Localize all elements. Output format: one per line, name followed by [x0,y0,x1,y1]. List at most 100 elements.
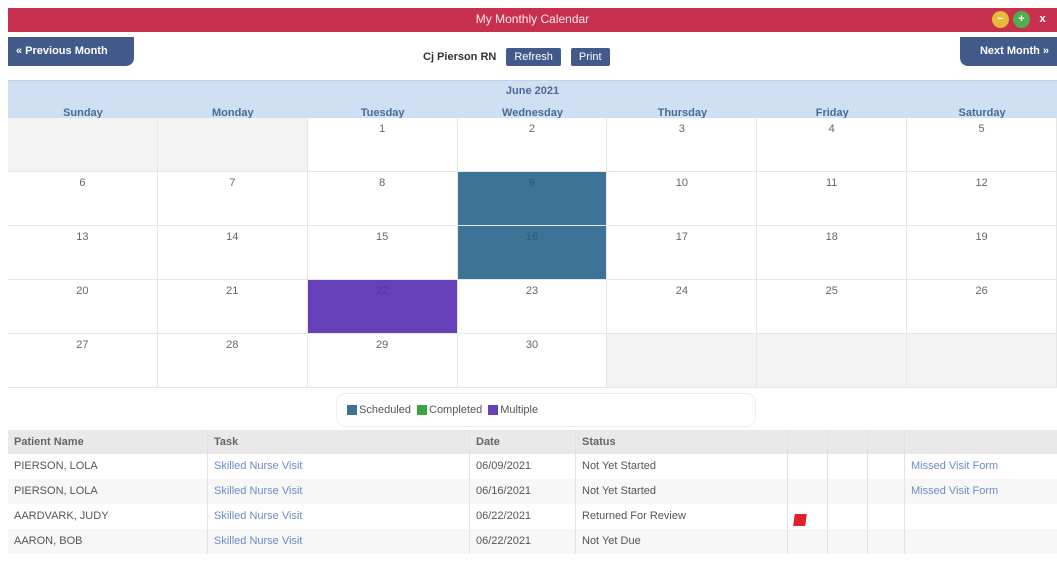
day-cell-5[interactable]: 5 [907,118,1057,172]
status-cell: Not Yet Due [576,529,788,554]
title-bar: My Monthly Calendar − + x [8,8,1057,32]
empty-cell [828,504,868,529]
status-cell: Not Yet Started [576,479,788,504]
column-header[interactable]: Patient Name [8,430,208,454]
toolbar: « Previous Month Cj Pierson RN Refresh P… [8,32,1057,80]
day-cell-21[interactable]: 21 [157,280,308,334]
column-header[interactable]: Date [470,430,576,454]
empty-cell [868,454,905,479]
missed-visit-form-link[interactable]: Missed Visit Form [905,479,1057,504]
day-cell-10[interactable]: 10 [607,172,758,226]
day-cell-15[interactable]: 15 [307,226,458,280]
flag-cell [788,504,828,529]
empty-cell [905,504,1057,529]
patient-name-cell: PIERSON, LOLA [8,479,208,504]
day-cell-9[interactable]: 9 [457,172,608,226]
empty-day-cell [757,334,908,388]
day-cell-23[interactable]: 23 [457,280,608,334]
table-row: PIERSON, LOLA Skilled Nurse Visit 06/16/20… [8,479,1057,504]
date-cell: 06/22/2021 [470,529,576,554]
print-button[interactable]: Print [570,48,610,66]
empty-day-cell [907,334,1057,388]
empty-day-cell [607,334,758,388]
table-row: PIERSON, LOLA Skilled Nurse Visit 06/09/20… [8,454,1057,479]
flag-cell [788,479,828,504]
user-name: Cj Pierson RN [423,51,497,63]
day-cell-12[interactable]: 12 [907,172,1057,226]
day-cell-17[interactable]: 17 [607,226,758,280]
status-cell: Not Yet Started [576,454,788,479]
empty-cell [868,504,905,529]
empty-cell [828,454,868,479]
day-cell-7[interactable]: 7 [157,172,308,226]
status-cell: Returned For Review [576,504,788,529]
task-link[interactable]: Skilled Nurse Visit [208,504,470,529]
legend-item-scheduled: Scheduled [347,404,411,416]
red-flag-icon[interactable] [793,514,807,526]
window-controls: − + x [992,11,1051,28]
legend-item-completed: Completed [417,404,482,416]
date-cell: 06/09/2021 [470,454,576,479]
task-link[interactable]: Skilled Nurse Visit [208,529,470,554]
legend-label: Scheduled [359,404,411,416]
day-cell-14[interactable]: 14 [157,226,308,280]
column-header[interactable] [828,430,868,454]
legend-swatch [488,405,499,415]
table-row: AARDVARK, JUDY Skilled Nurse Visit 06/22/2… [8,504,1057,529]
empty-cell [905,529,1057,554]
day-cell-3[interactable]: 3 [607,118,758,172]
column-header[interactable]: Status [576,430,788,454]
day-cell-1[interactable]: 1 [307,118,458,172]
day-cell-6[interactable]: 6 [8,172,158,226]
next-month-button[interactable]: Next Month » [960,37,1057,66]
day-cell-24[interactable]: 24 [607,280,758,334]
day-cell-25[interactable]: 25 [757,280,908,334]
empty-cell [868,479,905,504]
day-cell-27[interactable]: 27 [8,334,158,388]
day-cell-4[interactable]: 4 [757,118,908,172]
day-cell-18[interactable]: 18 [757,226,908,280]
minimize-button[interactable]: − [992,11,1009,28]
month-title: June 2021 [505,85,560,97]
day-cell-16[interactable]: 16 [457,226,608,280]
day-cell-30[interactable]: 30 [457,334,608,388]
day-cell-22[interactable]: 22 [307,280,458,334]
flag-cell [788,454,828,479]
day-cell-29[interactable]: 29 [307,334,458,388]
table-body: PIERSON, LOLA Skilled Nurse Visit 06/09/20… [8,454,1057,554]
empty-cell [828,529,868,554]
day-cell-2[interactable]: 2 [457,118,608,172]
calendar-grid: 1 2 3 4 5 6 7 8 9 10 11 12 13 14 15 16 17 18 19 20 21 22 23 24 2… [8,118,1057,388]
day-cell-26[interactable]: 26 [907,280,1057,334]
day-cell-20[interactable]: 20 [8,280,158,334]
missed-visit-form-link[interactable]: Missed Visit Form [905,454,1057,479]
table-row: AARON, BOB Skilled Nurse Visit 06/22/2021 N… [8,529,1057,554]
previous-month-button[interactable]: « Previous Month [8,37,134,66]
legend-item-multiple: Multiple [488,404,538,416]
calendar-window: My Monthly Calendar − + x « Previous Mon… [8,8,1057,566]
close-button[interactable]: x [1034,11,1051,28]
day-cell-19[interactable]: 19 [907,226,1057,280]
refresh-button[interactable]: Refresh [506,48,561,66]
task-link[interactable]: Skilled Nurse Visit [208,454,470,479]
flag-cell [788,529,828,554]
legend-swatch [417,405,427,415]
legend-label: Completed [429,404,483,416]
day-cell-13[interactable]: 13 [8,226,158,280]
legend-swatch [347,405,357,415]
day-cell-28[interactable]: 28 [157,334,308,388]
column-header[interactable] [905,430,1057,454]
patient-name-cell: PIERSON, LOLA [8,454,208,479]
legend-label: Multiple [500,404,539,416]
column-header[interactable] [868,430,905,454]
maximize-button[interactable]: + [1013,11,1030,28]
window-title: My Monthly Calendar [475,12,590,26]
column-header[interactable] [788,430,828,454]
empty-day-cell [8,118,158,172]
day-cell-8[interactable]: 8 [307,172,458,226]
date-cell: 06/22/2021 [470,504,576,529]
column-header[interactable]: Task [208,430,470,454]
task-link[interactable]: Skilled Nurse Visit [208,479,470,504]
visits-table: Patient Name Task Date Status PIERSON, LOLA… [8,430,1057,554]
day-cell-11[interactable]: 11 [757,172,908,226]
